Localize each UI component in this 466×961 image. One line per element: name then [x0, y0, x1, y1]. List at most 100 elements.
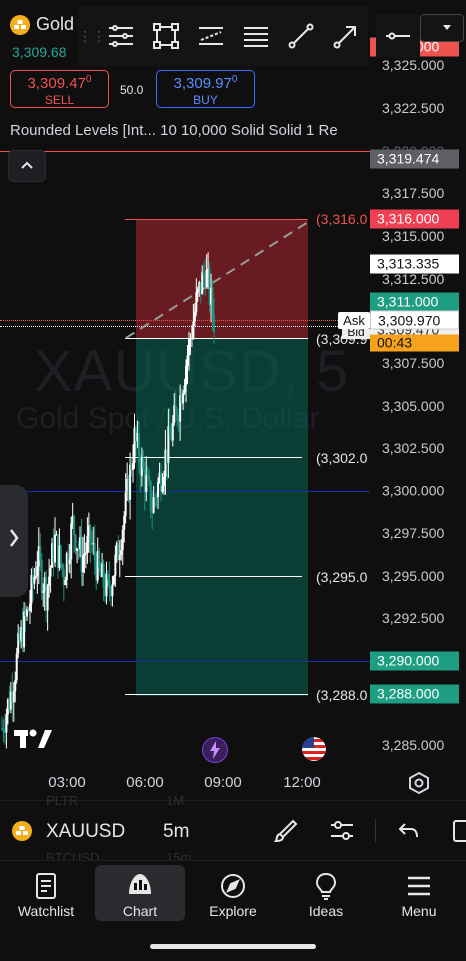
price-tick: 3,317.500 [382, 185, 445, 201]
candle-body [59, 545, 62, 564]
candle-body [190, 337, 193, 339]
toolbar-dropdown[interactable] [420, 14, 464, 42]
sell-label: SELL [44, 93, 75, 107]
ghost-text: PLTR [46, 793, 79, 808]
candle-body [195, 292, 198, 312]
horizontal-ray-icon[interactable] [376, 14, 420, 58]
nav-chart[interactable]: Chart [95, 865, 185, 921]
time-label: 03:00 [48, 774, 86, 791]
price-tick: 3,297.500 [382, 525, 445, 541]
candle-body [108, 579, 111, 590]
ask-tag: Ask [338, 312, 370, 329]
candle-body [183, 385, 186, 393]
symbol-short-name: Gold [36, 14, 75, 34]
time-label: 12:00 [283, 774, 321, 791]
candle-body [187, 339, 190, 356]
price-tick: 3,315.000 [382, 228, 445, 244]
candle-body [70, 523, 73, 560]
symbol-selector[interactable]: XAUUSD [46, 821, 125, 843]
candle-body [182, 392, 185, 404]
buy-price: 3,309.97 [173, 75, 232, 92]
candle-body [168, 426, 171, 437]
candle-body [46, 585, 49, 611]
candle-body [12, 691, 15, 703]
candle-body [185, 365, 188, 386]
candle-body [48, 576, 51, 586]
candle-body [137, 433, 140, 463]
candle-body [121, 529, 124, 551]
candle-body [192, 321, 195, 338]
candle-body [112, 575, 115, 585]
nav-watchlist[interactable]: Watchlist [1, 865, 91, 921]
candle-body [15, 653, 18, 681]
nav-explore[interactable]: Explore [188, 865, 278, 921]
ghost-text: 1M [166, 793, 185, 808]
brush-icon[interactable] [272, 817, 300, 845]
level-label-stop: (3,316.0 [316, 211, 368, 227]
candle-body [176, 409, 179, 421]
collapse-legend-button[interactable] [8, 150, 46, 182]
arrow-tool-icon[interactable] [323, 14, 368, 59]
candle-body [5, 714, 8, 733]
ranges-tool-icon[interactable] [98, 14, 143, 59]
sell-button[interactable]: 3,309.470 SELL [10, 70, 109, 108]
candle-body [149, 481, 152, 511]
candle-body [89, 525, 92, 544]
candle-body [2, 728, 5, 732]
undo-icon[interactable] [394, 817, 422, 845]
candle-body [145, 474, 148, 493]
candle-body [73, 515, 76, 535]
symbol-header[interactable]: Gold [10, 14, 74, 35]
price-label-stop: 3,316.000 [370, 209, 459, 229]
nav-label: Explore [209, 903, 257, 919]
candle-body [102, 563, 105, 588]
home-indicator[interactable] [150, 944, 316, 949]
drag-grip-icon[interactable]: ⋮⋮ [78, 28, 106, 45]
candle-body [83, 553, 86, 556]
candle-body [152, 497, 155, 513]
nav-label: Menu [401, 903, 437, 919]
side-panel-handle[interactable] [0, 485, 28, 597]
trend-line-icon[interactable] [278, 14, 323, 59]
candle-body [174, 405, 177, 410]
candle-body [123, 515, 126, 530]
toolbar-divider [375, 819, 376, 843]
chevron-up-icon [20, 157, 34, 175]
spread-value: 50.0 [120, 83, 144, 97]
candle-body [34, 576, 37, 578]
nav-ideas[interactable]: Ideas [281, 865, 371, 921]
candle-body [124, 492, 127, 516]
nav-label: Chart [122, 903, 158, 919]
indicator-legend[interactable]: Rounded Levels [Int... 10 10,000 Solid S… [10, 122, 370, 139]
candle-body [161, 485, 164, 492]
parallel-channel-icon[interactable] [188, 14, 233, 59]
chevron-right-icon [8, 526, 20, 556]
timeframe-selector[interactable]: 5m [163, 821, 189, 843]
symbol-toolbar: PLTR 1M BTCUSD 15m XAUUSD 5m [0, 793, 466, 865]
time-label: 06:00 [126, 774, 164, 791]
candle-body [202, 271, 205, 275]
layout-icon[interactable] [446, 817, 466, 845]
candle-body [81, 555, 84, 573]
nav-menu[interactable]: Menu [374, 865, 464, 921]
buy-button[interactable]: 3,309.970 BUY [156, 70, 255, 108]
candle-body [68, 559, 71, 565]
us-flag-event-icon[interactable] [302, 737, 326, 761]
price-tick: 3,295.000 [382, 568, 445, 584]
rectangle-tool-icon[interactable] [143, 14, 188, 59]
lightning-event-icon[interactable] [202, 737, 228, 763]
candle-body [213, 314, 215, 333]
level-label-3295: (3,295.0 [316, 569, 368, 585]
chart-settings-icon[interactable] [406, 770, 432, 796]
sell-price: 3,309.47 [27, 75, 86, 92]
horizontal-lines-icon[interactable] [233, 14, 278, 59]
price-tick: 3,307.500 [382, 355, 445, 371]
trend-dashed-line [125, 221, 309, 339]
nav-label: Ideas [308, 903, 344, 919]
price-label-3290: 3,290.000 [370, 651, 459, 671]
sell-superscript: 0 [85, 74, 92, 85]
candle-body [86, 535, 89, 553]
candle-body [132, 463, 135, 471]
indicators-sliders-icon[interactable] [328, 817, 356, 845]
nav-label: Watchlist [17, 903, 75, 919]
